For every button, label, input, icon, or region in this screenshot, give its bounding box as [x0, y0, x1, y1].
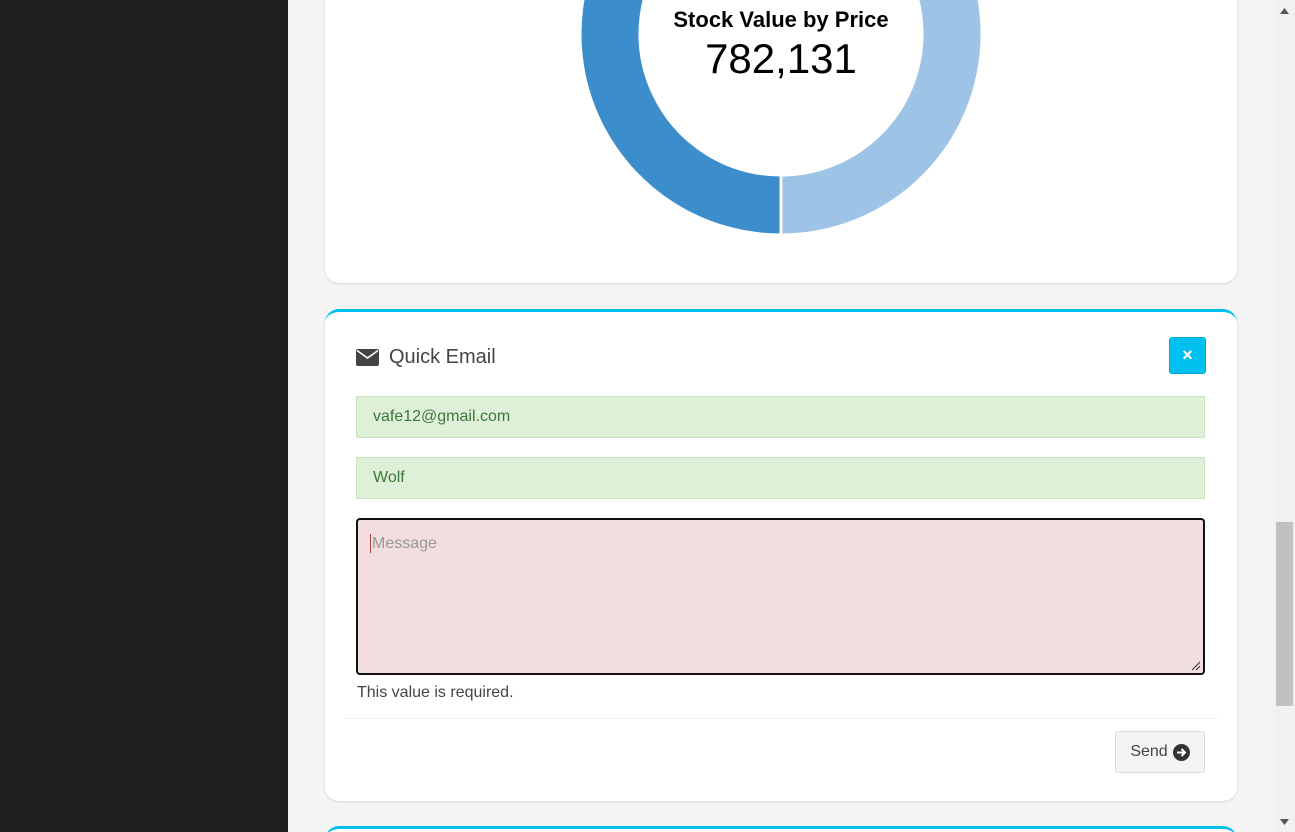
- remove-button[interactable]: ×: [1169, 337, 1206, 374]
- triangle-down-icon: [1280, 818, 1289, 825]
- scroll-thumb[interactable]: [1276, 522, 1293, 706]
- box-title: Quick Email: [389, 345, 496, 368]
- times-icon: ×: [1182, 345, 1193, 365]
- text-caret: [370, 534, 371, 554]
- box-header: Quick Email: [356, 342, 496, 372]
- scroll-up-button[interactable]: [1274, 2, 1295, 19]
- send-label: Send: [1130, 743, 1168, 760]
- sidebar: [0, 0, 288, 832]
- subject-field[interactable]: Wolf: [356, 457, 1205, 499]
- scrollbar[interactable]: [1274, 0, 1295, 832]
- footer-divider: [344, 718, 1218, 719]
- validation-message: This value is required.: [357, 684, 514, 701]
- next-box: [325, 826, 1237, 832]
- chart-center-value: 782,131: [705, 35, 857, 82]
- message-textarea[interactable]: Message: [356, 518, 1205, 675]
- email-field[interactable]: vafe12@gmail.com: [356, 396, 1205, 438]
- message-placeholder: Message: [372, 535, 437, 552]
- stock-value-chart-box: Stock Value by Price 782,131: [325, 0, 1237, 283]
- envelope-icon: [356, 348, 379, 366]
- chart-title: Stock Value by Price: [673, 7, 889, 32]
- scroll-down-button[interactable]: [1274, 813, 1295, 830]
- send-button[interactable]: Send: [1115, 731, 1205, 773]
- main-content: Stock Value by Price 782,131 Quick Email…: [288, 0, 1274, 832]
- resize-handle-icon[interactable]: [1191, 661, 1201, 671]
- arrow-circle-right-icon: [1172, 743, 1190, 761]
- triangle-up-icon: [1280, 7, 1289, 14]
- quick-email-box: Quick Email × vafe12@gmail.com Wolf Mess…: [325, 309, 1237, 801]
